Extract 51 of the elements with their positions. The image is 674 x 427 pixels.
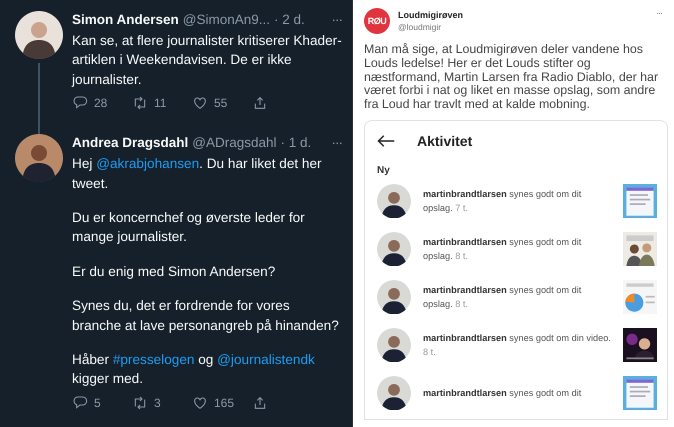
- tweet-text: Du er koncernchef og øverste leder for mange journalister.: [72, 209, 306, 246]
- mention-link[interactable]: @journalistendk: [217, 352, 315, 368]
- activity-text: martinbrandtlarsen synes godt om dit: [423, 386, 582, 400]
- like-count: 55: [214, 96, 228, 110]
- activity-text: martinbrandtlarsen synes godt om dit opslag. 8 t.: [423, 284, 582, 311]
- activity-text: martinbrandtlarsen synes godt om dit opslag. 8 t.: [423, 236, 582, 263]
- author-handle[interactable]: @SimonAn9...: [182, 11, 270, 29]
- activity-text: martinbrandtlarsen synes godt om din video. 8 t.: [423, 332, 611, 359]
- tweet-text: Synes du, det er fordrende for vores branche at lave personangreb på hinanden?: [72, 297, 340, 335]
- post-text: Man må sige, at Loudmigirøven deler vandene hos Louds ledelse! Her er det Louds stifter og næstformand, Martin Larsen fra Radio Diablo, der har været forbi i nat og liket en masse opslag, som andre fra Loud har travlt med at kalde mobning.: [364, 43, 660, 112]
- tweet-text: Hej @akrabjohansen. Du har liket det her tweet.: [72, 155, 323, 193]
- activity-text: martinbrandtlarsen synes godt om dit opslag. 7 t.: [423, 188, 582, 215]
- share-icon[interactable]: [252, 95, 268, 112]
- avatar: [377, 376, 411, 410]
- mention-link[interactable]: @akrabjohansen: [96, 156, 200, 172]
- author-handle[interactable]: @loudmigir: [398, 22, 463, 32]
- like-count: 165: [214, 396, 234, 410]
- speech-bubble-icon[interactable]: [72, 394, 88, 411]
- post-time[interactable]: · 2 d.: [274, 11, 305, 29]
- logo: RØU: [364, 8, 390, 34]
- avatar: [15, 11, 63, 59]
- retweet-count: 11: [154, 96, 166, 110]
- author-handle[interactable]: @ADragsdahl: [192, 134, 277, 152]
- reply-count: 5: [94, 396, 101, 410]
- heart-icon[interactable]: [192, 394, 208, 411]
- avatar: [377, 328, 411, 362]
- back-arrow-icon[interactable]: [377, 134, 395, 147]
- retweet-count: 3: [154, 396, 161, 410]
- more-button[interactable]: ···: [332, 134, 342, 152]
- reply-count: 28: [94, 96, 108, 110]
- heart-icon[interactable]: [192, 95, 208, 112]
- tweet-text: Er du enig med Simon Andersen?: [72, 262, 276, 281]
- avatar: [377, 232, 411, 266]
- tweet-text: Kan se, at flere journalister kritiserer Khader-artiklen i Weekendavisen. De er ikke journalister.: [72, 32, 342, 89]
- avatar: [377, 184, 411, 218]
- tweet-text: Håber #presselogen og @journalistendk kigger med.: [72, 351, 316, 388]
- avatar: [15, 134, 63, 182]
- mention-link[interactable]: #presselogen: [112, 352, 194, 368]
- post-time[interactable]: · 1 d.: [280, 134, 312, 152]
- retweet-icon[interactable]: [132, 95, 148, 112]
- speech-bubble-icon[interactable]: [72, 95, 88, 112]
- avatar: [377, 280, 411, 314]
- more-button[interactable]: ···: [332, 11, 342, 29]
- screen-title: Aktivitet: [417, 132, 472, 149]
- author-name[interactable]: Simon Andersen: [72, 11, 179, 29]
- retweet-icon[interactable]: [132, 394, 148, 411]
- section-heading: Ny: [377, 164, 391, 176]
- author-name[interactable]: Andrea Dragsdahl: [72, 134, 188, 152]
- share-icon[interactable]: [252, 394, 268, 411]
- more-button[interactable]: ···: [656, 8, 662, 18]
- author-name[interactable]: Loudmigirøven: [398, 10, 463, 20]
